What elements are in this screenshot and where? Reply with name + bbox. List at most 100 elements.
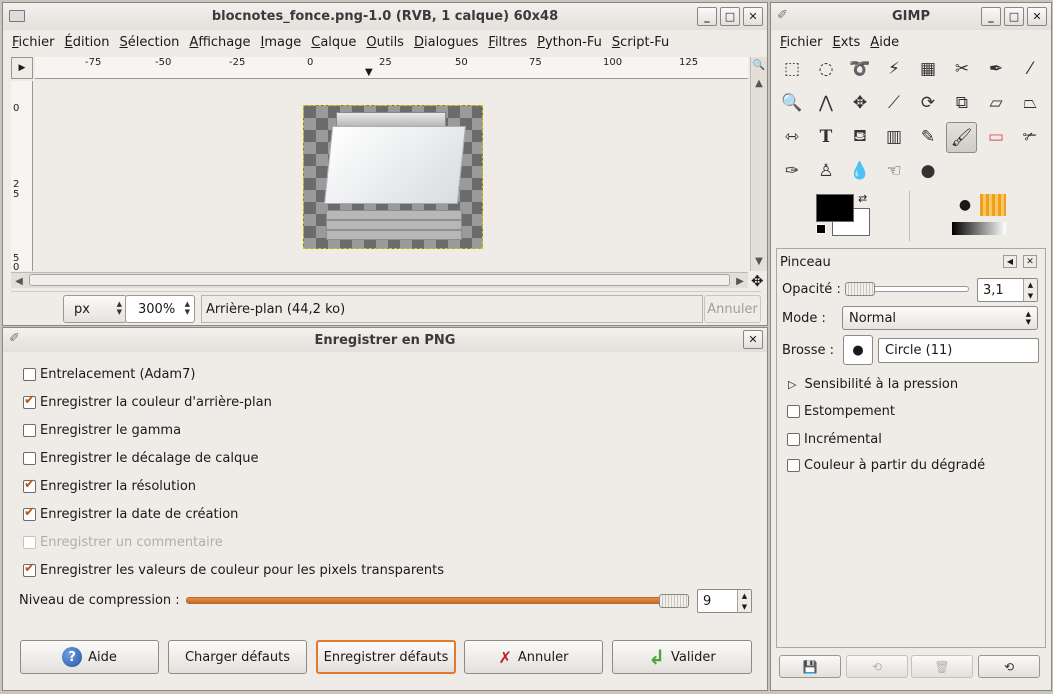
menu-fichier[interactable]: Fichier [7,35,60,50]
horizontal-scrollbar[interactable]: ◀ ▶ ✥ [11,272,764,290]
menu-selection[interactable]: Sélection [114,35,184,50]
zoom-lock-icon[interactable]: 🔍 [751,57,767,73]
horizontal-ruler[interactable]: -75 -50 -25 0 25 50 75 100 125 ▼ [35,57,748,79]
opacity-slider-handle[interactable] [845,282,875,296]
option-save-transparent-colors[interactable]: Enregistrer les valeurs de couleur pour … [23,561,444,578]
scale-icon[interactable]: ⧉ [948,89,976,117]
brush-name-field[interactable]: Circle (11) [878,338,1039,363]
menu-script-fu[interactable]: Script-Fu [607,35,674,50]
fuzzy-select-icon[interactable]: ⚡ [880,55,908,83]
option-interlace[interactable]: Entrelacement (Adam7) [23,367,195,382]
spin-arrows-icon[interactable]: ▲ ▼ [737,590,751,612]
measure-icon[interactable]: ⋀ [812,89,840,117]
option-save-gamma[interactable]: Enregistrer le gamma [23,423,181,438]
option-save-background[interactable]: Enregistrer la couleur d'arrière-plan [23,393,272,410]
incremental-checkbox[interactable] [787,433,800,446]
scroll-up-icon[interactable]: ▲ [751,75,767,91]
scroll-left-icon[interactable]: ◀ [11,273,27,289]
flip-icon[interactable]: ⇿ [778,123,806,151]
shear-icon[interactable]: ▱ [982,89,1010,117]
toolbox-minimize-button[interactable]: _ [981,7,1001,26]
dodge-burn-icon[interactable]: ● [914,157,942,185]
unit-selector[interactable]: px ▲ ▼ [63,295,127,323]
current-brush-preview[interactable]: ● [952,194,978,216]
menu-edition[interactable]: Édition [60,35,115,50]
menu-calque[interactable]: Calque [306,35,361,50]
ink-icon[interactable]: ✑ [778,157,806,185]
fade-option[interactable]: Estompement [787,404,895,419]
compression-slider-handle[interactable] [659,594,689,608]
rotate-icon[interactable]: ⟳ [914,89,942,117]
close-dialog-button[interactable]: ✕ [743,330,763,349]
save-creation-date-checkbox[interactable] [23,505,36,521]
clone-icon[interactable]: ♙ [812,157,840,185]
smudge-icon[interactable]: ☜ [880,157,908,185]
option-save-creation-date[interactable]: Enregistrer la date de création [23,505,238,522]
crop-icon[interactable]: ⟋ [880,89,908,117]
move-icon[interactable]: ✥ [846,89,874,117]
option-save-resolution[interactable]: Enregistrer la résolution [23,477,196,494]
spin-arrows-icon[interactable]: ▲ ▼ [1023,279,1037,301]
pressure-expander[interactable]: ▷ Sensibilité à la pression [788,377,958,392]
paths-icon[interactable]: ✒ [982,55,1010,83]
save-transparent-colors-checkbox[interactable] [23,561,36,577]
interlace-checkbox[interactable] [23,368,36,381]
scroll-right-icon[interactable]: ▶ [732,273,748,289]
menu-python-fu[interactable]: Python-Fu [532,35,607,50]
blend-icon[interactable]: ▥ [880,123,908,151]
save-background-checkbox[interactable] [23,393,36,409]
perspective-icon[interactable]: ⏢ [1016,89,1044,117]
menu-outils[interactable]: Outils [361,35,409,50]
toolbox-menu-fichier[interactable]: Fichier [775,35,828,50]
png-dialog-titlebar[interactable]: ✐ Enregistrer en PNG ✕ [3,328,767,352]
incremental-option[interactable]: Incrémental [787,432,882,447]
navigation-menu-button[interactable]: ▶ [11,57,33,79]
toolbox-titlebar[interactable]: ✐ GIMP _ □ ✕ [771,3,1051,30]
scrollbar-thumb[interactable] [29,274,730,286]
default-colors-icon[interactable] [816,224,826,234]
foreground-color-swatch[interactable] [816,194,854,222]
menu-dialogues[interactable]: Dialogues [409,35,483,50]
cancel-operation-button[interactable]: Annuler [704,295,761,323]
save-gamma-checkbox[interactable] [23,424,36,437]
toolbox-menu-aide[interactable]: Aide [865,35,904,50]
toolbox-close-button[interactable]: ✕ [1027,7,1047,26]
toolbox-menu-exts[interactable]: Exts [828,35,866,50]
save-resolution-checkbox[interactable] [23,477,36,493]
zoom-icon[interactable]: 🔍 [778,89,806,117]
help-button[interactable]: ? Aide [20,640,159,674]
brush-select-button[interactable]: ● [843,335,873,365]
save-options-button[interactable]: 💾 [779,655,841,678]
convolve-icon[interactable]: 💧 [846,157,874,185]
toolbox-maximize-button[interactable]: □ [1004,7,1024,26]
ok-button[interactable]: ↲ Valider [612,640,752,674]
opacity-spinbox[interactable]: 3,1 ▲ ▼ [977,278,1038,302]
vertical-ruler[interactable]: 0 2 5 5 0 [11,81,33,271]
compression-slider[interactable] [186,597,688,604]
bucket-fill-icon[interactable]: ⛾ [846,123,874,151]
ellipse-select-icon[interactable]: ◌ [812,55,840,83]
load-defaults-button[interactable]: Charger défauts [168,640,307,674]
free-select-icon[interactable]: ➰ [846,55,874,83]
swap-colors-icon[interactable]: ⇄ [858,192,867,205]
panel-menu-icon[interactable]: ◀ [1003,255,1017,268]
menu-image[interactable]: Image [256,35,307,50]
compression-spinbox[interactable]: 9 ▲ ▼ [697,589,752,613]
fade-checkbox[interactable] [787,405,800,418]
rect-select-icon[interactable]: ⬚ [778,55,806,83]
eraser-icon[interactable]: ▭ [982,123,1010,151]
paintbrush-icon[interactable]: 🖌 [946,122,977,153]
mode-dropdown[interactable]: Normal ▲ ▼ [842,306,1038,330]
color-picker-icon[interactable]: ⁄ [1016,55,1044,83]
gradient-color-checkbox[interactable] [787,459,800,472]
image-window-titlebar[interactable]: blocnotes_fonce.png-1.0 (RVB, 1 calque) … [3,3,767,30]
gradient-color-option[interactable]: Couleur à partir du dégradé [787,458,985,473]
cancel-button[interactable]: ✗ Annuler [464,640,603,674]
save-layer-offset-checkbox[interactable] [23,452,36,465]
minimize-button[interactable]: _ [697,7,717,26]
image-canvas[interactable] [35,81,748,271]
scroll-down-icon[interactable]: ▼ [751,253,767,269]
current-gradient-preview[interactable] [952,222,1006,235]
save-defaults-button[interactable]: Enregistrer défauts [316,640,456,674]
panel-close-icon[interactable]: ✕ [1023,255,1037,268]
